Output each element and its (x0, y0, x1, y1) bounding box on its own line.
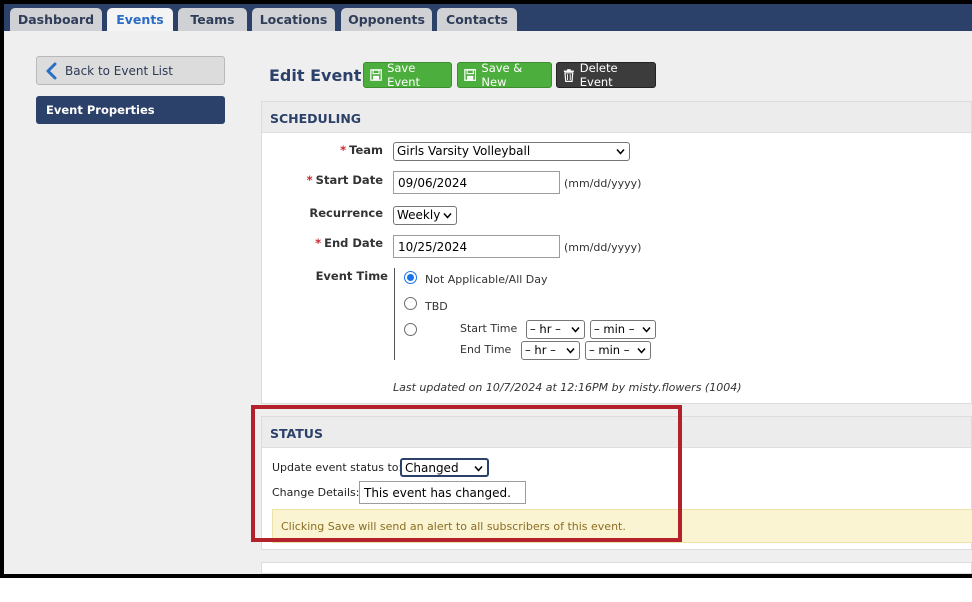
tbd-radio[interactable] (404, 297, 417, 310)
specific-time-radio[interactable] (404, 323, 417, 336)
status-heading: STATUS (262, 417, 971, 448)
floppy-disk-icon (464, 69, 477, 81)
chevron-down-icon (566, 348, 575, 354)
recurrence-label: Recurrence (309, 206, 383, 220)
last-updated-text: Last updated on 10/7/2024 at 12:16PM by … (393, 381, 742, 394)
chevron-down-icon (474, 466, 483, 472)
end-date-label-text: End Date (324, 236, 383, 250)
chevron-down-icon (637, 348, 646, 354)
chevron-down-icon (642, 327, 651, 333)
tab-dashboard[interactable]: Dashboard (10, 8, 102, 31)
chevron-down-icon (571, 327, 580, 333)
delete-event-label: Delete Event (579, 61, 618, 89)
end-date-format-hint: (mm/dd/yyyy) (564, 241, 642, 254)
next-panel-edge (261, 562, 972, 574)
subscriber-alert-notice: Clicking Save will send an alert to all … (272, 509, 972, 543)
required-marker: * (306, 173, 313, 187)
save-event-label: Save Event (387, 61, 421, 89)
start-date-label: * Start Date (292, 173, 383, 187)
chevron-left-icon (46, 62, 57, 79)
sidebar-item-event-properties[interactable]: Event Properties (36, 96, 225, 124)
start-minute-select[interactable]: – min – (590, 320, 656, 339)
tbd-label: TBD (425, 300, 448, 313)
start-hour-value: – hr – (530, 322, 561, 336)
end-date-label: * End Date (292, 236, 383, 250)
change-details-input[interactable]: This event has changed. (359, 481, 526, 504)
required-marker: * (315, 236, 322, 250)
event-time-divider (394, 268, 395, 360)
start-date-label-text: Start Date (315, 173, 383, 187)
page-title: Edit Event (269, 66, 362, 85)
chevron-down-icon (616, 149, 625, 155)
required-marker: * (340, 143, 347, 157)
end-hour-value: – hr – (525, 343, 556, 357)
tab-events[interactable]: Events (107, 8, 173, 31)
save-event-button[interactable]: Save Event (363, 61, 452, 89)
back-to-event-list-button[interactable]: Back to Event List (36, 56, 225, 85)
start-minute-value: – min – (594, 322, 635, 336)
all-day-radio[interactable] (404, 271, 417, 284)
end-minute-value: – min – (589, 343, 630, 357)
team-select-value: Girls Varsity Volleyball (397, 144, 531, 158)
delete-event-button[interactable]: Delete Event (556, 61, 656, 89)
tab-opponents[interactable]: Opponents (341, 8, 432, 31)
recurrence-select-value: Weekly (397, 208, 441, 222)
save-and-new-button[interactable]: Save & New (457, 61, 552, 89)
trash-icon (563, 68, 574, 82)
team-select[interactable]: Girls Varsity Volleyball (393, 142, 630, 161)
save-and-new-label: Save & New (481, 61, 523, 89)
recurrence-select[interactable]: Weekly (393, 206, 457, 225)
team-label: * Team (302, 143, 383, 157)
start-date-input[interactable]: 09/06/2024 (393, 171, 560, 194)
start-date-format-hint: (mm/dd/yyyy) (564, 177, 642, 190)
floppy-disk-icon (370, 69, 382, 81)
scheduling-panel: SCHEDULING * Team Girls Varsity Volleybal… (261, 101, 972, 404)
back-button-label: Back to Event List (65, 63, 173, 78)
status-select[interactable]: Changed (400, 458, 489, 477)
status-select-value: Changed (405, 461, 459, 475)
event-time-label: Event Time (315, 269, 388, 283)
start-time-label: Start Time (460, 322, 518, 335)
chevron-down-icon (443, 213, 452, 219)
top-tab-bar: Dashboard Events Teams Locations Opponen… (4, 4, 972, 31)
team-label-text: Team (349, 143, 383, 157)
tab-contacts[interactable]: Contacts (437, 8, 517, 31)
app-window: Dashboard Events Teams Locations Opponen… (4, 4, 972, 574)
scheduling-heading: SCHEDULING (262, 102, 971, 133)
end-time-label: End Time (460, 343, 512, 356)
update-status-label: Update event status to: (272, 461, 403, 474)
end-date-input[interactable]: 10/25/2024 (393, 235, 560, 258)
end-minute-select[interactable]: – min – (585, 341, 651, 360)
all-day-label: Not Applicable/All Day (425, 273, 548, 286)
tab-locations[interactable]: Locations (252, 8, 335, 31)
start-hour-select[interactable]: – hr – (526, 320, 585, 339)
end-hour-select[interactable]: – hr – (521, 341, 580, 360)
change-details-label: Change Details: (272, 486, 360, 499)
tab-teams[interactable]: Teams (178, 8, 247, 31)
status-panel: STATUS Update event status to: Changed C… (261, 416, 972, 550)
